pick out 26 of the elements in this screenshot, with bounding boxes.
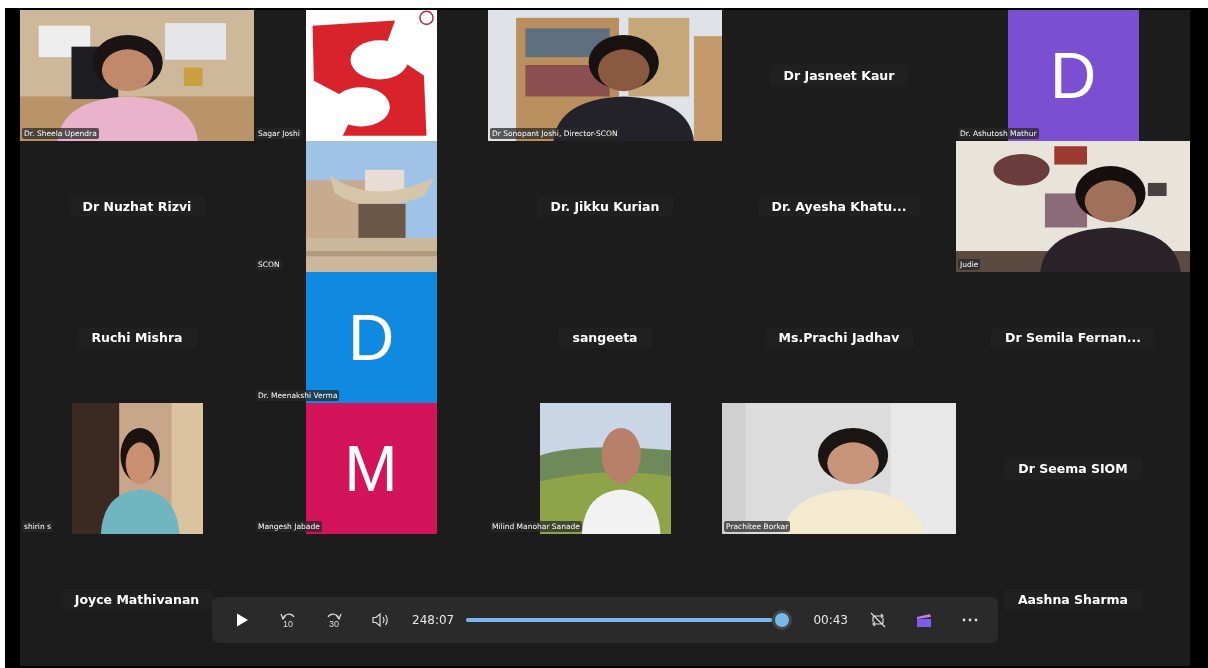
play-icon: [234, 612, 250, 628]
participant-name: Dr. Ayesha Khatu...: [757, 196, 921, 217]
participant-name: Joyce Mathivanan: [60, 589, 214, 610]
skip-forward-button[interactable]: 30: [316, 603, 352, 637]
participant-name: Dr Semila Fernan...: [991, 327, 1155, 348]
skip-back-button[interactable]: 10: [270, 603, 306, 637]
participant-name: Dr Nuzhat Rizvi: [68, 196, 206, 217]
rewind-arrow-icon: [280, 611, 296, 620]
speaker-icon: [371, 612, 389, 628]
clapperboard-icon: [915, 612, 933, 628]
participant-name: Dr. Jikku Kurian: [536, 196, 674, 217]
participant-name: Aashna Sharma: [1003, 589, 1143, 610]
avatar-letter: D: [347, 305, 395, 370]
repeat-off-icon: [869, 611, 887, 629]
remaining-time: 00:43: [813, 613, 848, 627]
participant-name: sangeeta: [558, 327, 652, 348]
more-icon: [962, 618, 978, 622]
avatar-letter: D: [1049, 43, 1097, 108]
avatar-letter: M: [344, 436, 398, 501]
participant-name: Ruchi Mishra: [77, 327, 197, 348]
seek-thumb[interactable]: [772, 610, 793, 630]
participant-name: Dr Seema SIOM: [1004, 458, 1142, 479]
forward-arrow-icon: [326, 611, 342, 620]
elapsed-time: 248:07: [412, 613, 455, 627]
participant-name: Ms.Prachi Jadhav: [764, 327, 914, 348]
participant-name: Dr Jasneet Kaur: [769, 65, 909, 86]
